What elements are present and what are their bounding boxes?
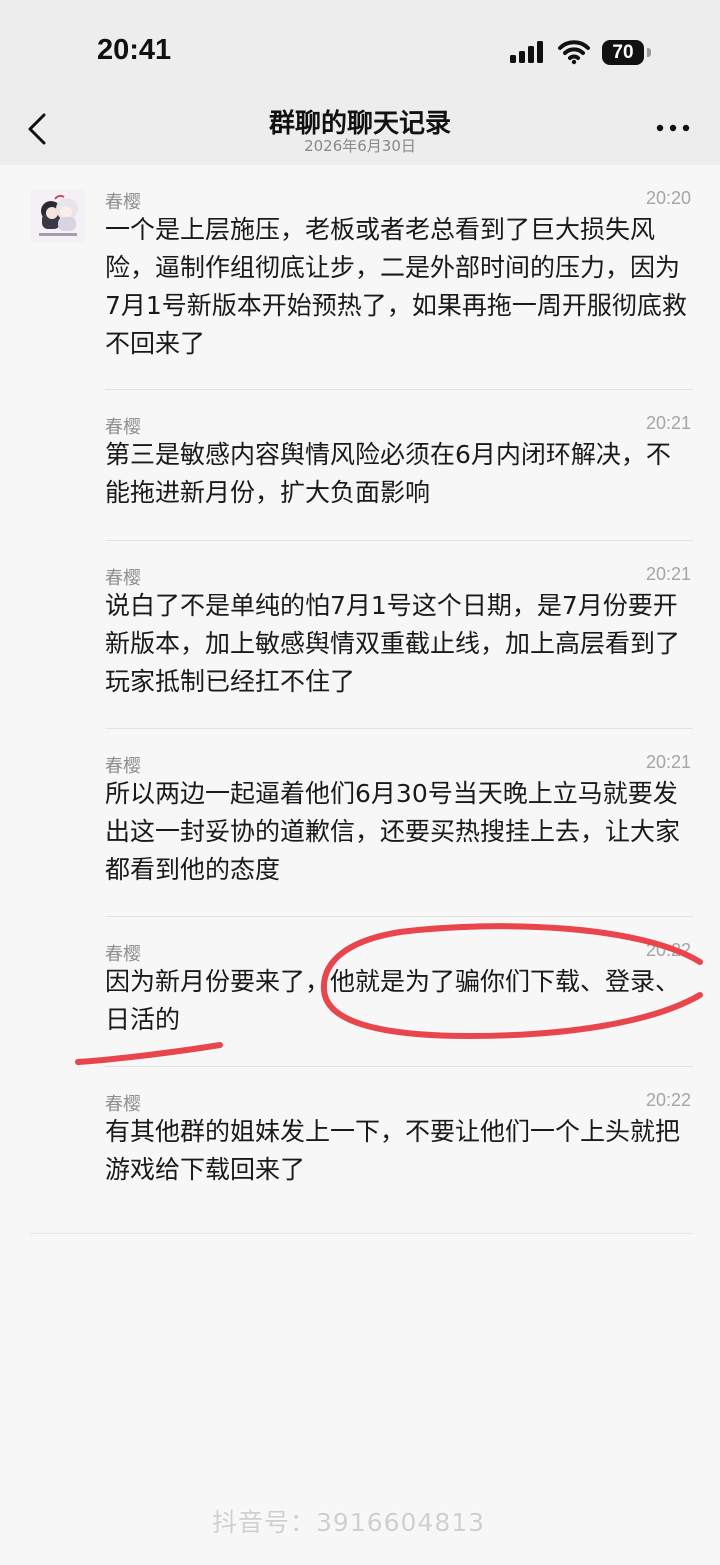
message-text: 因为新月份要来了，他就是为了骗你们下载、登录、日活的 xyxy=(105,967,681,1034)
page-subtitle-date: 2026年6月30日 xyxy=(304,137,416,155)
message-divider xyxy=(105,1066,693,1067)
message-text: 一个是上层施压，老板或者老总看到了巨大损失风险，逼制作组彻底让步，二是外部时间的… xyxy=(105,215,687,358)
avatar[interactable] xyxy=(31,189,85,243)
list-item[interactable]: 春樱 20:21 第三是敏感内容舆情风险必须在6月内闭环解决，不能拖进新月份，扩… xyxy=(105,413,693,533)
status-time: 20:41 xyxy=(97,34,172,66)
list-item[interactable]: 春樱 20:22 有其他群的姐妹发上一下，不要让他们一个上头就把游戏给下载回来了 xyxy=(105,1090,693,1210)
message-text: 有其他群的姐妹发上一下，不要让他们一个上头就把游戏给下载回来了 xyxy=(105,1117,681,1184)
message-divider xyxy=(105,389,693,390)
message-time: 20:21 xyxy=(645,564,691,584)
message-time: 20:21 xyxy=(645,752,691,772)
message-time: 20:22 xyxy=(645,1090,691,1110)
cellular-signal-icon xyxy=(510,41,543,63)
nav-bar: 群聊的聊天记录 2026年6月30日 xyxy=(0,95,720,165)
status-bar: 20:41 70 xyxy=(0,0,720,95)
more-options-icon[interactable] xyxy=(656,123,690,133)
list-end-divider xyxy=(30,1233,693,1234)
message-divider xyxy=(105,916,693,917)
message-time: 20:21 xyxy=(645,413,691,433)
battery-icon: 70 xyxy=(602,40,644,65)
message-time: 20:20 xyxy=(645,188,691,208)
list-item[interactable]: 春樱 20:20 一个是上层施压，老板或者老总看到了巨大损失风险，逼制作组彻底让… xyxy=(105,188,693,388)
wifi-icon xyxy=(558,40,590,65)
message-text: 所以两边一起逼着他们6月30号当天晚上立马就要发出这一封妥协的道歉信，还要买热搜… xyxy=(105,779,681,884)
message-time: 20:22 xyxy=(645,940,691,960)
list-item[interactable]: 春樱 20:22 因为新月份要来了，他就是为了骗你们下载、登录、日活的 xyxy=(105,940,693,1060)
watermark: 抖音号：3916604813 xyxy=(212,1508,486,1537)
chat-history-screen: 20:41 70 群聊的聊天记录 2026年6月30日 春樱 20:20 一个是… xyxy=(0,0,720,1565)
battery-tip xyxy=(647,48,651,57)
message-text: 第三是敏感内容舆情风险必须在6月内闭环解决，不能拖进新月份，扩大负面影响 xyxy=(105,440,671,507)
avatar-illustration xyxy=(31,189,85,243)
message-divider xyxy=(105,728,693,729)
list-item[interactable]: 春樱 20:21 说白了不是单纯的怕7月1号这个日期，是7月份要开新版本，加上敏… xyxy=(105,564,693,724)
list-item[interactable]: 春樱 20:21 所以两边一起逼着他们6月30号当天晚上立马就要发出这一封妥协的… xyxy=(105,752,693,912)
message-text: 说白了不是单纯的怕7月1号这个日期，是7月份要开新版本，加上敏感舆情双重截止线，… xyxy=(105,591,681,696)
message-divider xyxy=(105,540,693,541)
